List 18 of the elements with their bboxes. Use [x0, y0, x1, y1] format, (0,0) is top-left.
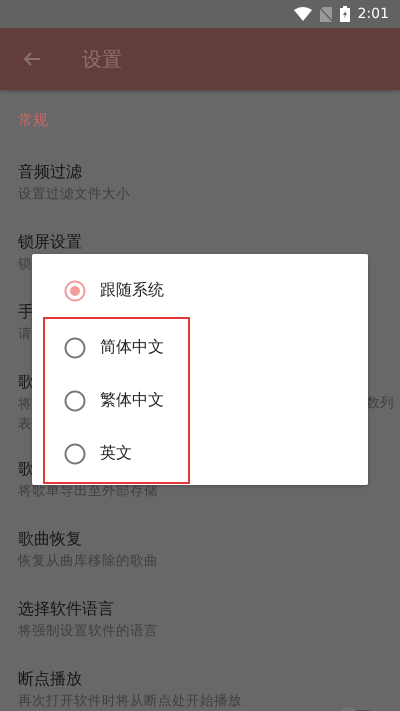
option-label[interactable]: 跟随系统 [100, 280, 164, 301]
radio-button[interactable] [64, 390, 86, 412]
option-label[interactable]: 繁体中文 [100, 390, 164, 411]
radio-button[interactable] [64, 442, 86, 464]
wifi-icon [294, 7, 312, 21]
radio-button[interactable] [64, 336, 86, 358]
radio-button[interactable] [64, 280, 86, 302]
status-time: 2:01 [358, 6, 389, 22]
setting-title[interactable]: 锁屏设置 [18, 231, 382, 253]
battery-charging-icon [340, 6, 350, 22]
section-header: 常规 [18, 110, 48, 130]
setting-title[interactable]: 歌曲恢复 [18, 528, 382, 550]
setting-title[interactable]: 断点播放 [18, 668, 382, 690]
option-label[interactable]: 英文 [100, 443, 132, 464]
option-label[interactable]: 简体中文 [100, 337, 164, 358]
setting-title[interactable]: 音频过滤 [18, 161, 382, 183]
no-sim-icon [320, 6, 332, 22]
setting-title[interactable]: 选择软件语言 [18, 598, 382, 620]
